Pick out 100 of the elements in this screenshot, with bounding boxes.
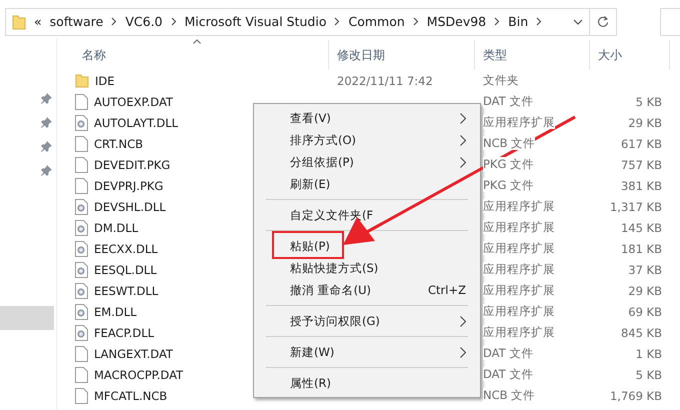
menu-item[interactable]: 粘贴快捷方式(S) [256,257,478,279]
menu-item[interactable]: 查看(V) [256,107,478,129]
file-name[interactable]: EESQL.DLL [94,262,157,276]
size-cell: 145 KB [620,220,662,234]
file-name[interactable]: LANGEXT.DAT [94,346,173,360]
file-name[interactable]: EECXX.DLL [94,242,158,256]
type-cell: 应用程序扩展 [483,304,555,318]
file-name[interactable]: AUTOEXP.DAT [94,94,173,108]
chevron-icon [494,17,500,26]
menu-item[interactable]: 授予访问权限(G) [256,310,478,332]
file-name[interactable]: DM.DLL [94,220,138,234]
column-header[interactable]: 大小 [590,40,670,70]
type-cell: NCB 文件 [483,136,536,150]
file-name[interactable]: IDE [95,74,115,88]
pin-icon[interactable] [41,116,52,128]
gear-file-icon [75,114,88,130]
menu-item[interactable]: 自定义文件夹(F [256,204,478,226]
type-cell: DAT 文件 [483,94,534,108]
type-cell: 应用程序扩展 [483,283,555,297]
size-cell: 617 KB [620,136,662,150]
breadcrumb[interactable]: VC6.0 [125,14,163,29]
size-cell: 5 KB [636,368,662,382]
size-cell: 1,769 KB [610,388,662,402]
size-cell: 37 KB [628,262,662,276]
chevron-icon [111,17,118,26]
file-name[interactable]: EESWT.DLL [94,284,158,298]
size-cell: 1,317 KB [610,200,662,214]
size-cell: 845 KB [620,326,662,340]
menu-item[interactable]: 排序方式(O) [256,129,478,151]
file-name[interactable]: MACROCPP.DAT [94,368,184,382]
menu-item[interactable]: 撤消 重命名(U) Ctrl+Z [256,279,478,301]
gear-file-icon [75,240,88,256]
dropdown-icon[interactable] [572,18,583,24]
refresh-button[interactable] [590,8,618,36]
type-cell: PKG 文件 [483,178,534,192]
chevron-icon [170,17,177,26]
search-field[interactable] [660,8,680,36]
size-cell: 1 KB [636,346,662,360]
folder-icon [12,14,26,30]
gear-file-icon [75,282,88,298]
type-cell: 应用程序扩展 [483,262,555,276]
column-header[interactable]: 修改日期 [329,40,475,70]
chevron-icon [536,17,542,26]
gear-file-icon [75,220,88,236]
file-name[interactable]: EM.DLL [94,304,137,318]
folder-icon [75,73,89,88]
size-cell: 29 KB [628,284,662,298]
file-icon [75,366,88,382]
type-cell: PKG 文件 [483,157,534,171]
file-name[interactable]: AUTOLAYT.DLL [94,116,178,130]
type-cell: 应用程序扩展 [483,325,555,339]
breadcrumb[interactable]: Microsoft Visual Studio [184,14,326,29]
size-cell: 69 KB [628,304,662,318]
column-header[interactable]: 名称 [57,40,329,70]
file-name[interactable]: DEVEDIT.PKG [94,158,170,172]
size-cell: 181 KB [620,242,662,256]
file-icon [75,388,88,404]
file-icon [75,346,88,362]
type-cell: 应用程序扩展 [483,115,555,129]
gear-file-icon [75,198,88,214]
file-name[interactable]: CRT.NCB [94,136,144,150]
type-cell: 文件夹 [483,73,519,87]
breadcrumb[interactable]: software [50,14,104,29]
chevron-icon [412,17,419,26]
type-cell: 应用程序扩展 [483,220,555,234]
chevron-icon [334,17,340,26]
size-cell: 757 KB [620,158,662,172]
pin-icon[interactable] [41,92,52,104]
file-icon [75,94,88,110]
breadcrumb[interactable]: Bin [508,14,528,29]
pin-icon[interactable] [41,140,52,152]
menu-item[interactable]: 刷新(E) [256,173,478,195]
file-icon [75,178,88,194]
date-cell: 2022/11/11 7:42 [337,74,433,88]
type-cell: DAT 文件 [483,367,534,381]
file-icon [75,136,88,152]
overflow-chevron[interactable]: « [34,14,42,29]
file-name[interactable]: DEVSHL.DLL [94,200,166,214]
menu-item[interactable]: 属性(R) [256,372,478,394]
gear-file-icon [75,262,88,278]
breadcrumb[interactable]: Common [348,14,405,29]
size-cell: 381 KB [620,178,662,192]
type-cell: DAT 文件 [483,346,534,360]
file-name[interactable]: DEVPRJ.PKG [94,178,164,192]
size-cell: 5 KB [636,94,662,108]
address-bar[interactable]: « software VC6.0 Microsoft Visual Studio Common MSDev98 Bin [5,8,590,36]
refresh-icon [597,15,610,28]
size-cell: 29 KB [628,116,662,130]
menu-item[interactable]: 新建(W) [256,341,478,363]
menu-item[interactable]: 分组依据(P) [256,151,478,173]
file-name[interactable]: FEACP.DLL [94,326,154,340]
file-icon [75,156,88,172]
type-cell: 应用程序扩展 [483,241,555,255]
gear-file-icon [75,324,88,340]
column-header[interactable]: 类型 [475,40,590,70]
file-name[interactable]: MFCATL.NCB [94,388,168,402]
pin-icon[interactable] [41,164,52,176]
breadcrumb[interactable]: MSDev98 [426,14,486,29]
menu-item[interactable]: 粘贴(P) [256,235,478,257]
gear-file-icon [75,304,88,320]
